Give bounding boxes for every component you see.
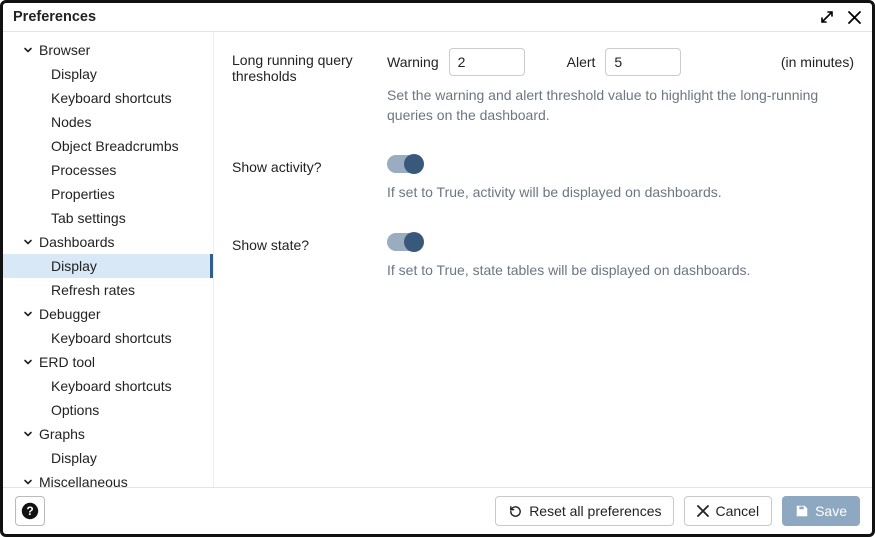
titlebar: Preferences — [3, 3, 872, 32]
tree-item[interactable]: Display — [3, 62, 213, 86]
tree-group-header[interactable]: Browser — [3, 38, 213, 62]
reset-button[interactable]: Reset all preferences — [495, 496, 674, 526]
svg-text:?: ? — [26, 504, 33, 518]
tree-group-label: Graphs — [39, 426, 85, 442]
alert-input[interactable] — [605, 48, 681, 76]
tree-item[interactable]: Options — [3, 398, 213, 422]
reset-icon — [508, 504, 523, 519]
save-label: Save — [815, 503, 847, 519]
close-icon[interactable] — [847, 10, 862, 25]
chevron-down-icon — [21, 45, 35, 55]
tree-group-label: Debugger — [39, 306, 101, 322]
chevron-down-icon — [21, 309, 35, 319]
chevron-down-icon — [21, 237, 35, 247]
tree-group-label: Browser — [39, 42, 90, 58]
preferences-dialog: Preferences BrowserDisplayKeyboard short… — [0, 0, 875, 537]
tree-group-label: ERD tool — [39, 354, 95, 370]
alert-label: Alert — [567, 54, 596, 70]
chevron-down-icon — [21, 429, 35, 439]
tree-group-header[interactable]: Miscellaneous — [3, 470, 213, 487]
tree-group-header[interactable]: Debugger — [3, 302, 213, 326]
tree-item[interactable]: Display — [3, 446, 213, 470]
cancel-icon — [697, 505, 709, 517]
reset-label: Reset all preferences — [529, 503, 661, 519]
save-icon — [795, 504, 809, 518]
show-state-label: Show state? — [232, 233, 387, 281]
tree-group-header[interactable]: ERD tool — [3, 350, 213, 374]
tree-item[interactable]: Keyboard shortcuts — [3, 326, 213, 350]
titlebar-actions — [819, 9, 862, 25]
show-activity-help: If set to True, activity will be display… — [387, 183, 854, 203]
thresholds-row: Long running query thresholds Warning Al… — [232, 48, 854, 125]
tree-item[interactable]: Keyboard shortcuts — [3, 374, 213, 398]
expand-icon[interactable] — [819, 9, 835, 25]
warning-input[interactable] — [449, 48, 525, 76]
thresholds-label: Long running query thresholds — [232, 48, 387, 125]
tree-item[interactable]: Nodes — [3, 110, 213, 134]
footer: ? Reset all preferences Cancel Save — [3, 488, 872, 534]
tree-group-header[interactable]: Dashboards — [3, 230, 213, 254]
show-activity-toggle[interactable] — [387, 155, 423, 173]
cancel-button[interactable]: Cancel — [684, 496, 772, 526]
tree-item[interactable]: Object Breadcrumbs — [3, 134, 213, 158]
thresholds-units: (in minutes) — [781, 54, 854, 70]
tree-item[interactable]: Keyboard shortcuts — [3, 86, 213, 110]
chevron-down-icon — [21, 357, 35, 367]
tree-group-header[interactable]: Graphs — [3, 422, 213, 446]
dialog-title: Preferences — [13, 9, 96, 25]
chevron-down-icon — [21, 477, 35, 487]
help-button[interactable]: ? — [15, 496, 45, 526]
sidebar[interactable]: BrowserDisplayKeyboard shortcutsNodesObj… — [3, 32, 213, 487]
warning-label: Warning — [387, 54, 439, 70]
show-activity-label: Show activity? — [232, 155, 387, 203]
show-activity-row: Show activity? If set to True, activity … — [232, 155, 854, 203]
show-state-toggle[interactable] — [387, 233, 423, 251]
tree-group-label: Miscellaneous — [39, 474, 128, 487]
show-state-row: Show state? If set to True, state tables… — [232, 233, 854, 281]
tree-item[interactable]: Tab settings — [3, 206, 213, 230]
settings-panel: Long running query thresholds Warning Al… — [213, 32, 872, 487]
tree-item[interactable]: Properties — [3, 182, 213, 206]
thresholds-help: Set the warning and alert threshold valu… — [387, 86, 854, 125]
tree-group-label: Dashboards — [39, 234, 115, 250]
tree-item[interactable]: Display — [3, 254, 213, 278]
cancel-label: Cancel — [715, 503, 759, 519]
tree-item[interactable]: Refresh rates — [3, 278, 213, 302]
save-button[interactable]: Save — [782, 496, 860, 526]
tree-item[interactable]: Processes — [3, 158, 213, 182]
show-state-help: If set to True, state tables will be dis… — [387, 261, 854, 281]
